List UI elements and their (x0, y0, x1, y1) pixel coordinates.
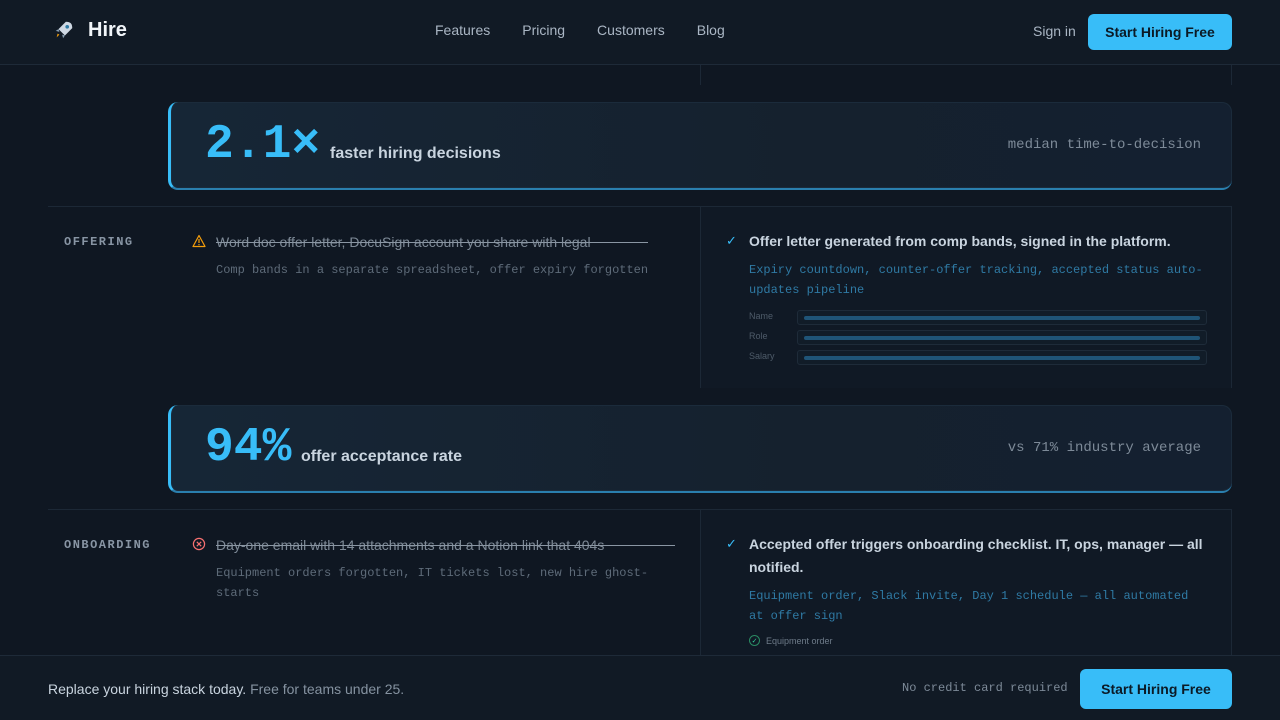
warning-icon (192, 234, 206, 248)
strikethrough-line (216, 545, 675, 546)
stat-label: offer acceptance rate (301, 448, 462, 465)
brand-name: Hire (88, 18, 127, 41)
check-icon: ✓ (726, 233, 737, 248)
nav-blog[interactable]: Blog (697, 22, 725, 38)
form-label: Role (749, 331, 768, 341)
strikethrough-line (216, 242, 648, 243)
brand[interactable]: Hire (52, 18, 127, 42)
no-credit-card-note: No credit card required (902, 681, 1068, 695)
stat-card: 2.1× faster hiring decisions median time… (168, 102, 1232, 190)
top-nav: Hire Features Pricing Customers Blog Sig… (0, 0, 1280, 65)
form-field-name (797, 310, 1207, 325)
footer-tagline: Replace your hiring stack today. Free fo… (48, 681, 404, 697)
stat-number: 2.1× (205, 118, 321, 172)
checklist-item: ✓ Equipment order (749, 635, 833, 646)
section-label: OFFERING (64, 235, 134, 249)
rocket-icon (52, 18, 76, 42)
new-way-detail: Equipment order, Slack invite, Day 1 sch… (749, 589, 1189, 623)
new-way-title: Accepted offer triggers onboarding check… (749, 536, 1203, 575)
nav-customers[interactable]: Customers (597, 22, 665, 38)
check-circle-icon: ✓ (749, 635, 760, 646)
new-way-panel (701, 510, 1231, 655)
check-icon: ✓ (726, 536, 737, 551)
grid-divider (1231, 510, 1232, 655)
old-way-detail: Comp bands in a separate spreadsheet, of… (216, 263, 649, 277)
section-label: ONBOARDING (64, 538, 152, 552)
grid-divider (1231, 207, 1232, 388)
grid-divider (700, 65, 701, 85)
new-way-title: Offer letter generated from comp bands, … (749, 233, 1171, 249)
old-way-detail: Equipment orders forgotten, IT tickets l… (216, 566, 649, 600)
stat-label: faster hiring decisions (330, 145, 501, 162)
main-nav: Features Pricing Customers Blog (435, 22, 725, 38)
footer-tagline-muted: Free for teams under 25. (250, 681, 405, 697)
nav-features[interactable]: Features (435, 22, 490, 38)
nav-pricing[interactable]: Pricing (522, 22, 565, 38)
grid-divider (1231, 65, 1232, 85)
stat-card: 94% offer acceptance rate vs 71% industr… (168, 405, 1232, 493)
footer-tagline-main: Replace your hiring stack today. (48, 681, 247, 697)
stat-number: 94% (205, 421, 292, 475)
stat-note: vs 71% industry average (1007, 440, 1201, 456)
checklist-item-label: Equipment order (766, 635, 833, 646)
sign-in-link[interactable]: Sign in (1033, 23, 1076, 39)
sticky-footer-bar: Replace your hiring stack today. Free fo… (0, 655, 1280, 720)
stat-note: median time-to-decision (1007, 137, 1201, 153)
start-hiring-footer-button[interactable]: Start Hiring Free (1080, 669, 1232, 709)
form-label: Salary (749, 351, 775, 361)
form-field-salary (797, 350, 1207, 365)
error-circle-icon (192, 537, 206, 551)
new-way-detail: Expiry countdown, counter-offer tracking… (749, 263, 1203, 297)
form-label: Name (749, 311, 774, 321)
start-hiring-button[interactable]: Start Hiring Free (1088, 14, 1232, 50)
form-field-role (797, 330, 1207, 345)
